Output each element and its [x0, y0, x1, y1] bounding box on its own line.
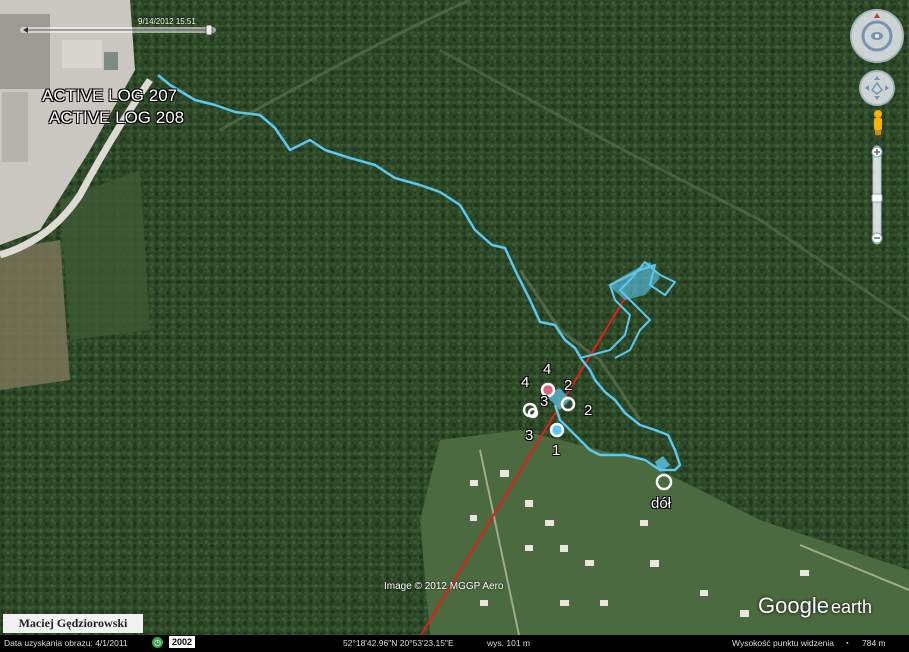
building	[2, 92, 28, 162]
waypoint-label[interactable]: dół	[651, 495, 671, 512]
history-year[interactable]: 2002	[169, 636, 196, 648]
image-credit: Image © 2012 MGGP Aero	[384, 581, 504, 592]
zoom-slider[interactable]	[871, 145, 883, 245]
pegman-icon[interactable]	[874, 110, 882, 135]
move-joystick-icon[interactable]	[859, 70, 895, 106]
status-bar: Data uzyskania obrazu: 4/1/2011 ◷ 2002 5…	[0, 635, 909, 652]
zoom-out-icon	[871, 232, 883, 244]
waypoint-label[interactable]: 4	[543, 361, 551, 378]
streaming-icon: ◔	[844, 638, 850, 648]
coordinates: 52°18'42.96"N 20°53'23.15"E	[343, 638, 454, 648]
google-earth-logo: Google earth	[758, 593, 872, 619]
look-joystick-icon[interactable]	[850, 9, 904, 63]
navigation-controls[interactable]	[848, 6, 906, 246]
eye-altitude-value: 784 m	[862, 638, 886, 648]
waypoint-label[interactable]: 4	[521, 374, 529, 391]
author-badge: Maciej Gędziorowski	[3, 614, 143, 633]
waypoint-label[interactable]: 3	[540, 393, 548, 410]
time-slider-handle	[205, 24, 213, 36]
track-label[interactable]: ACTIVE LOG 207	[42, 86, 177, 106]
zoom-handle	[871, 193, 883, 203]
logo-earth: earth	[830, 597, 872, 617]
map-viewport[interactable]: 9/14/2012 15:51 ACTIVE LOG 207 ACTIVE LO…	[0, 0, 909, 652]
eye-altitude-label: Wysokość punktu widzenia	[732, 638, 834, 648]
time-slider-date: 9/14/2012 15:51	[138, 17, 196, 26]
waypoint-label[interactable]: 2	[564, 377, 572, 394]
elevation: wys. 101 m	[487, 638, 530, 648]
history-icon[interactable]: ◷	[152, 637, 163, 648]
open-field	[0, 240, 70, 390]
building	[62, 40, 102, 68]
logo-google: Google	[758, 593, 829, 618]
waypoint-marker	[549, 422, 565, 438]
waypoint-label[interactable]: 1	[552, 442, 560, 459]
imagery-date: Data uzyskania obrazu: 4/1/2011	[4, 638, 128, 648]
waypoint-label[interactable]: 3	[525, 427, 533, 444]
building	[104, 52, 118, 70]
waypoint-label[interactable]: 2	[584, 402, 592, 419]
zoom-in-icon	[871, 146, 883, 158]
young-forest	[60, 170, 150, 340]
track-label[interactable]: ACTIVE LOG 208	[49, 108, 184, 128]
